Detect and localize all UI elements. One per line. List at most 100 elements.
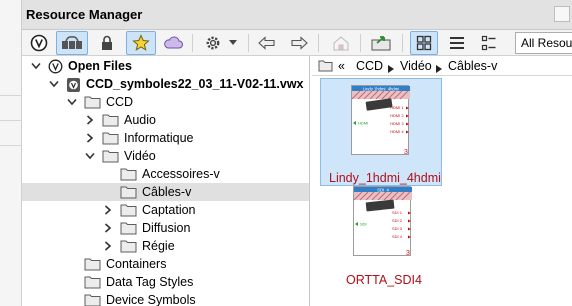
resource-tree: Open Files CCD_symboles22_03_11-V02-11.v… <box>22 56 310 306</box>
tree-item-label: Captation <box>142 203 196 217</box>
chevron-down-icon[interactable] <box>84 149 96 163</box>
symbol-preview: Lindy 1hdmi_4hdmi HDMI HDMI 1 HDMI 2 HDM… <box>351 85 410 156</box>
chevron-down-icon[interactable] <box>30 59 42 73</box>
folder-icon <box>102 113 119 130</box>
tree-item-cables-v[interactable]: Câbles-v <box>22 183 309 201</box>
symbol-preview: SDI_4 SDI SDI 1 SDI 2 SDI 3 SDI 4 3 <box>353 186 412 257</box>
cloud-folders-icon[interactable] <box>56 31 88 55</box>
tree-item-data-tag-styles[interactable]: Data Tag Styles <box>22 273 309 291</box>
chevron-down-icon[interactable] <box>48 77 60 91</box>
lock-icon[interactable] <box>94 31 120 55</box>
tree-item-label: Régie <box>142 239 175 253</box>
breadcrumb-item-cables-v[interactable]: Câbles-v <box>448 59 497 73</box>
breadcrumb-item-ccd[interactable]: CCD <box>356 59 383 73</box>
chevron-right-icon[interactable] <box>102 221 114 235</box>
title-bar[interactable]: Resource Manager <box>22 0 572 30</box>
thumbnail-view-icon[interactable] <box>410 31 438 55</box>
chevron-down-icon[interactable] <box>226 31 240 55</box>
folder-icon <box>120 167 137 184</box>
port-in-label: HDMI <box>358 121 368 126</box>
tree-item-label: Data Tag Styles <box>106 275 194 289</box>
list-view-icon[interactable] <box>444 31 470 55</box>
toolbar: All Resources <box>22 30 572 56</box>
resource-thumbnail-ortta[interactable]: SDI_4 SDI SDI 1 SDI 2 SDI 3 SDI 4 3 ORTT… <box>320 180 442 288</box>
tree-item-ccd[interactable]: CCD <box>22 93 309 111</box>
tree-item-device-symbols[interactable]: Device Symbols <box>22 291 309 306</box>
folder-icon <box>120 221 137 238</box>
breadcrumb-separator-icon <box>388 62 394 76</box>
tree-item-label: Containers <box>106 257 167 271</box>
window-title: Resource Manager <box>26 7 143 22</box>
breadcrumb: « CCD Vidéo Câbles-v <box>312 56 572 76</box>
cloud-icon[interactable] <box>160 31 186 55</box>
gear-icon[interactable] <box>200 31 226 55</box>
chevron-right-icon[interactable] <box>102 239 114 253</box>
folder-icon <box>84 257 101 274</box>
library-select[interactable]: All Resources <box>515 32 572 54</box>
symbol-header-label: Lindy 1hdmi_4hdmi <box>363 87 399 92</box>
tree-item-video[interactable]: Vidéo <box>22 147 309 165</box>
forward-arrow-icon[interactable] <box>286 31 312 55</box>
folder-icon <box>84 275 101 292</box>
folder-icon <box>120 203 137 220</box>
port-out-label: SDI 3 <box>392 226 403 231</box>
tree-item-regie[interactable]: Régie <box>22 237 309 255</box>
tree-item-informatique[interactable]: Informatique <box>22 129 309 147</box>
resource-manager-window: Resource Manager All Resou Open Files CC… <box>22 0 572 306</box>
detail-view-icon[interactable] <box>476 31 502 55</box>
tree-item-audio[interactable]: Audio <box>22 111 309 129</box>
symbol-header-label: SDI_4 <box>377 188 389 193</box>
tree-item-label: Audio <box>124 113 156 127</box>
tree-item-captation[interactable]: Captation <box>22 201 309 219</box>
port-out-label: HDMI 2 <box>390 113 404 118</box>
back-arrow-icon[interactable] <box>254 31 280 55</box>
background-application-strip <box>0 0 22 306</box>
chevron-down-icon[interactable] <box>66 95 78 109</box>
vectorworks-logo-icon[interactable] <box>26 31 52 55</box>
folder-icon <box>84 293 101 306</box>
tree-item-label: Informatique <box>124 131 194 145</box>
chevron-right-icon[interactable] <box>102 203 114 217</box>
folder-icon <box>84 95 101 112</box>
tree-item-label: Diffusion <box>142 221 191 235</box>
folder-icon <box>120 185 137 202</box>
resource-name: ORTTA_SDI4 <box>346 273 422 287</box>
tree-item-label: Open Files <box>68 59 132 73</box>
breadcrumb-collapse[interactable]: « <box>338 59 345 73</box>
tree-item-open-files[interactable]: Open Files <box>22 57 309 75</box>
home-icon[interactable] <box>328 31 354 55</box>
import-icon[interactable] <box>368 31 394 55</box>
favorites-star-icon[interactable] <box>126 31 156 55</box>
tree-item-label: Vidéo <box>124 149 156 163</box>
svg-text:3: 3 <box>406 250 410 257</box>
port-out-label: HDMI 4 <box>390 129 404 134</box>
tree-item-label: Câbles-v <box>142 185 192 199</box>
svg-text:3: 3 <box>404 149 408 156</box>
port-out-label: SDI 2 <box>392 218 403 223</box>
chevron-right-icon[interactable] <box>84 131 96 145</box>
folder-icon <box>318 59 333 75</box>
breadcrumb-separator-icon <box>436 62 442 76</box>
tree-item-label: CCD_symboles22_03_11-V02-11.vwx <box>86 77 304 91</box>
screen: Resource Manager All Resou Open Files CC… <box>0 0 572 306</box>
folder-icon <box>102 149 119 166</box>
resource-thumbnail-lindy[interactable]: Lindy 1hdmi_4hdmi HDMI HDMI 1 HDMI 2 HDM… <box>320 78 442 186</box>
tree-item-label: CCD <box>106 95 134 109</box>
tree-item-accessoires-v[interactable]: Accessoires-v <box>22 165 309 183</box>
resource-browser: « CCD Vidéo Câbles-v Lindy 1hdmi_4hdmi H… <box>312 56 572 306</box>
close-button[interactable] <box>554 6 570 22</box>
tree-item-containers[interactable]: Containers <box>22 255 309 273</box>
port-out-label: SDI 4 <box>392 234 403 239</box>
tree-item-file[interactable]: CCD_symboles22_03_11-V02-11.vwx <box>22 75 309 93</box>
breadcrumb-item-video[interactable]: Vidéo <box>400 59 432 73</box>
port-out-label: HDMI 3 <box>390 121 404 126</box>
chevron-right-icon[interactable] <box>84 113 96 127</box>
port-out-label: SDI 1 <box>392 210 403 215</box>
folder-icon <box>102 131 119 148</box>
port-in-label: SDI <box>360 222 367 227</box>
tree-item-diffusion[interactable]: Diffusion <box>22 219 309 237</box>
tree-item-label: Device Symbols <box>106 293 196 306</box>
folder-icon <box>120 239 137 256</box>
port-out-label: HDMI 1 <box>390 105 404 110</box>
tree-item-label: Accessoires-v <box>142 167 220 181</box>
